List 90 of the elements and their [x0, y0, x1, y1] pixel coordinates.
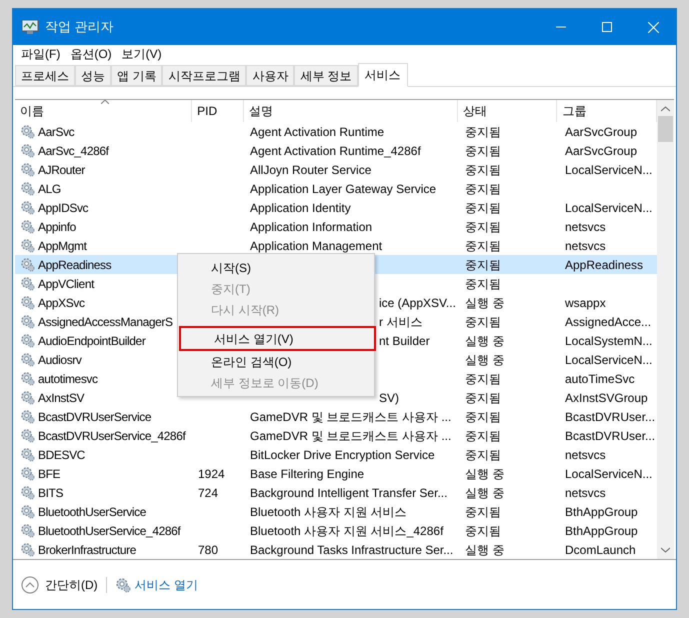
service-name: AJRouter [38, 162, 85, 178]
description-text: BitLocker Drive Encryption Service [250, 448, 435, 462]
status-text: 중지됨 [465, 162, 501, 176]
group-text: AssignedAcce... [565, 314, 652, 328]
status-text: 중지됨 [465, 428, 501, 442]
pid-text: 724 [198, 486, 218, 500]
service-name: AarSvc [38, 124, 74, 140]
group-text: LocalServiceN... [565, 200, 652, 214]
group-text: AppReadiness [565, 258, 644, 272]
service-name: ALG [38, 180, 61, 198]
status-text: 중지됨 [465, 524, 501, 538]
description-text: Application Management [250, 238, 382, 252]
service-name: BcastDVRUserService [38, 408, 152, 426]
description-text: Bluetooth 사용자 지원 서비스_4286f [250, 524, 444, 538]
status-text: 중지됨 [465, 124, 501, 138]
group-text: wsappx [565, 296, 606, 310]
service-name: BrokerInfrastructure [38, 542, 136, 558]
description-text: GameDVR 및 브로드캐스트 사용자 ... [250, 410, 452, 424]
group-text: netsvcs [565, 486, 606, 500]
group-text: BcastDVRUser... [565, 410, 656, 424]
group-text: netsvcs [565, 448, 606, 462]
pid-text: 1924 [198, 466, 225, 480]
group-text: AarSvcGroup [565, 144, 638, 158]
group-text: AxInstSVGroup [565, 390, 648, 404]
status-text: 중지됨 [465, 276, 501, 290]
status-text: 중지됨 [465, 448, 501, 462]
status-text: 중지됨 [465, 258, 501, 272]
description-text: Bluetooth 사용자 지원 서비스 [250, 504, 407, 518]
status-text: 중지됨 [465, 390, 501, 404]
group-text: BthAppGroup [565, 504, 638, 518]
status-text: 실행 중 [465, 334, 504, 348]
description-text: GameDVR 및 브로드캐스트 사용자 ... [250, 428, 452, 442]
status-text: 실행 중 [465, 486, 504, 500]
description-text: Application Identity [250, 200, 351, 214]
service-name: AppReadiness [38, 256, 112, 274]
description-text: Base Filtering Engine [250, 466, 364, 480]
service-name: AssignedAccessManagerS [38, 314, 173, 330]
service-name: AarSvc_4286f [38, 142, 109, 160]
service-name: BluetoothUserService_4286f [38, 522, 180, 540]
status-text: 중지됨 [465, 372, 501, 386]
service-name: AppVClient [38, 276, 94, 292]
description-text: Agent Activation Runtime_4286f [250, 144, 421, 158]
service-name: BluetoothUserService [38, 504, 146, 520]
service-name: BcastDVRUserService_4286f [38, 428, 186, 444]
group-text: LocalServiceN... [565, 466, 652, 480]
description-text: AllJoyn Router Service [250, 162, 372, 176]
status-text: 실행 중 [465, 542, 504, 556]
group-text: LocalServiceN... [565, 352, 652, 366]
description-text: Agent Activation Runtime [250, 124, 384, 138]
description-text: Background Intelligent Transfer Ser... [250, 486, 448, 500]
description-text: SV) [379, 390, 400, 404]
status-text: 중지됨 [465, 238, 501, 252]
status-text: 중지됨 [465, 314, 501, 328]
description-text: Background Tasks Infrastructure Ser... [250, 542, 454, 556]
status-text: 실행 중 [465, 296, 504, 310]
status-text: 중지됨 [465, 144, 501, 158]
service-name: AppMgmt [38, 238, 87, 254]
description-text: Application Information [250, 220, 372, 234]
status-text: 중지됨 [465, 200, 501, 214]
group-text: DcomLaunch [565, 542, 636, 556]
status-text: 중지됨 [465, 410, 501, 424]
group-text: BcastDVRUser... [565, 428, 656, 442]
group-text: LocalServiceN... [565, 162, 652, 176]
service-name: Appinfo [38, 218, 76, 236]
description-text: Application Layer Gateway Service [250, 182, 436, 196]
group-text: netsvcs [565, 220, 606, 234]
service-name: AxInstSV [38, 390, 84, 406]
status-text: 중지됨 [465, 504, 501, 518]
service-name: BFE [38, 466, 60, 482]
service-name: AppIDSvc [38, 200, 88, 216]
group-text: autoTimeSvc [565, 372, 635, 386]
group-text: LocalSystemN... [565, 334, 652, 348]
status-text: 실행 중 [465, 466, 504, 480]
group-text: netsvcs [565, 238, 606, 252]
status-text: 실행 중 [465, 352, 504, 366]
service-name: BDESVC [38, 446, 85, 464]
service-name: autotimesvc [38, 370, 98, 388]
group-text: BthAppGroup [565, 524, 638, 538]
service-name: Audiosrv [38, 352, 82, 368]
description-text: nt Builder [379, 334, 430, 348]
group-text: AarSvcGroup [565, 124, 638, 138]
description-text: r 서비스 [379, 314, 422, 328]
service-name: BITS [38, 484, 64, 502]
description-text: ice (AppXSV... [379, 296, 456, 310]
status-text: 중지됨 [465, 220, 501, 234]
service-name: AudioEndpointBuilder [38, 332, 146, 350]
service-name: AppXSvc [38, 294, 85, 312]
status-text: 중지됨 [465, 182, 501, 196]
window-title: 작업 관리자 [45, 18, 114, 36]
pid-text: 780 [198, 542, 218, 556]
